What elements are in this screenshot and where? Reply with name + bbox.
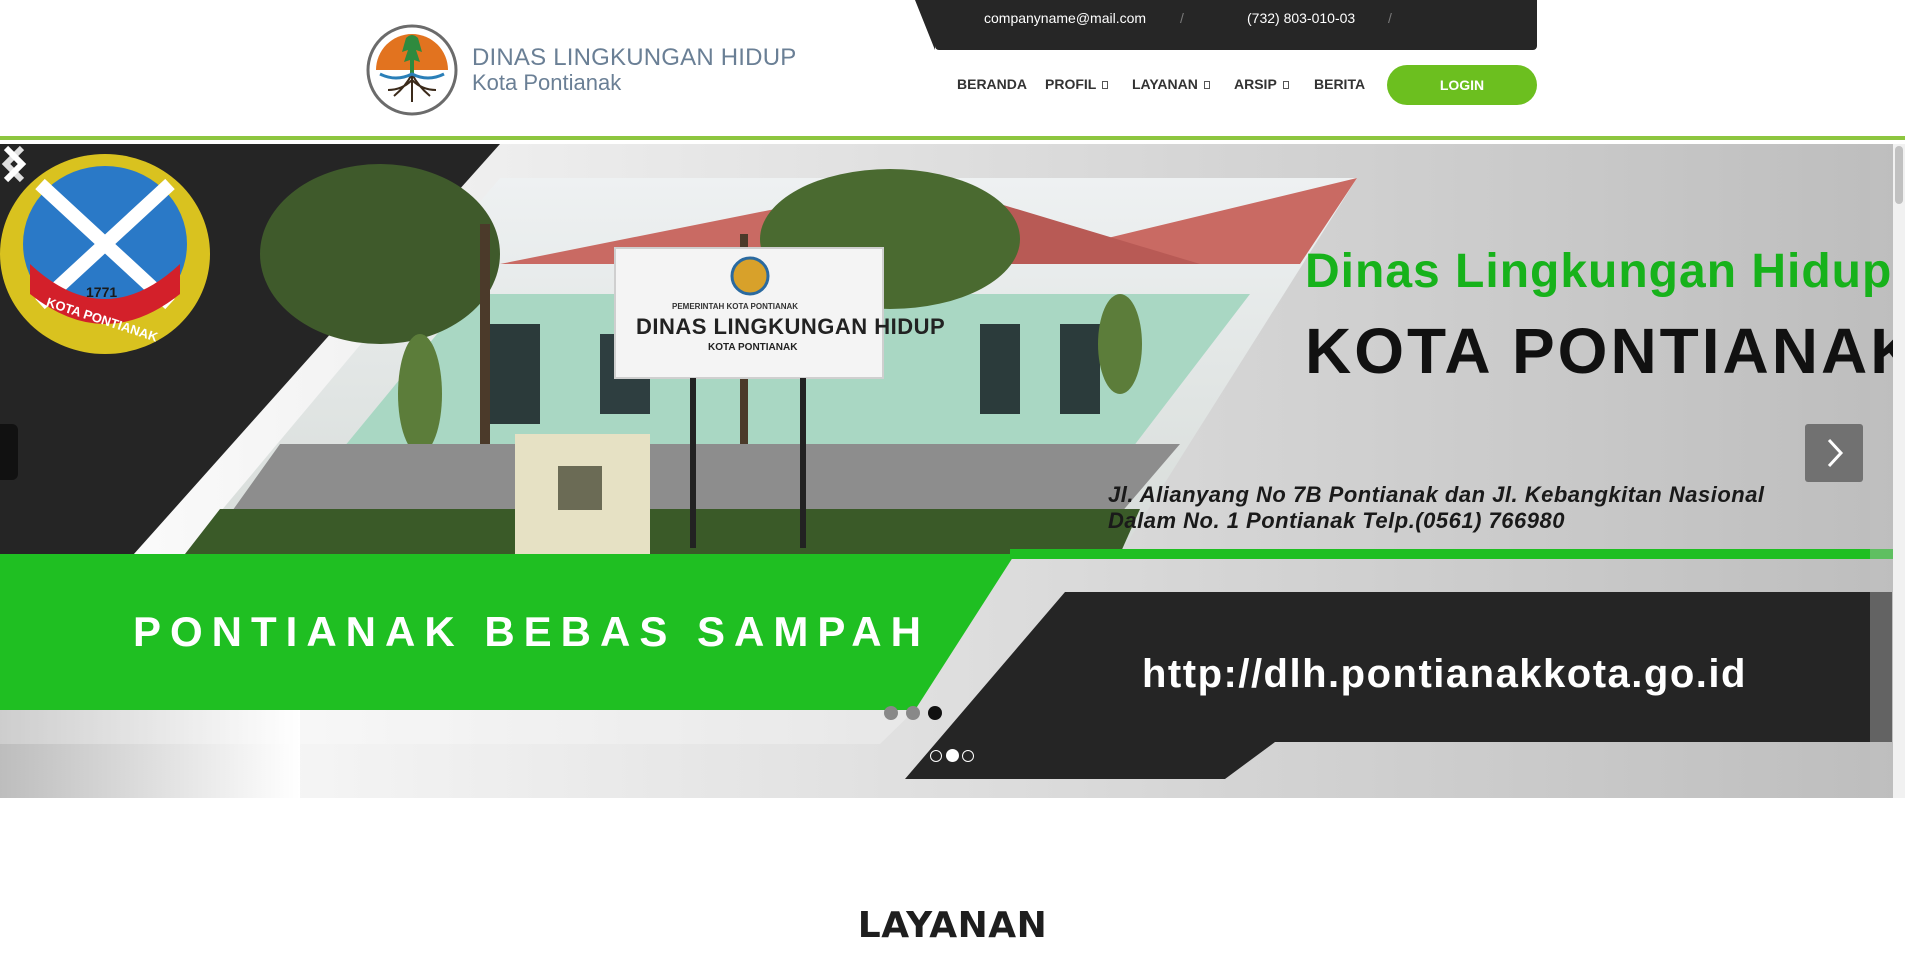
image-dot — [928, 706, 942, 720]
carousel-indicator-3[interactable] — [962, 750, 974, 762]
slide-headline-black: KOTA PONTIANAK — [1305, 315, 1905, 387]
nav-item-arsip[interactable]: ARSIP — [1234, 76, 1289, 92]
dropdown-icon — [1282, 81, 1289, 90]
nav-item-layanan[interactable]: LAYANAN — [1132, 76, 1210, 92]
nav-label: BERITA — [1314, 76, 1366, 92]
topbar-separator: / — [1180, 10, 1184, 26]
sign-line3: KOTA PONTIANAK — [708, 342, 798, 353]
slide-headline-green: Dinas Lingkungan Hidup — [1305, 245, 1893, 298]
nav-item-beranda[interactable]: BERANDA — [957, 76, 1027, 92]
dropdown-icon — [1102, 81, 1109, 90]
contact-topbar: companyname@mail.com / (732) 803-010-03 … — [915, 0, 1537, 50]
emblem-year: 1771 — [86, 284, 118, 300]
image-dot — [906, 706, 920, 720]
topbar-separator: / — [1388, 10, 1392, 26]
nav-label: ARSIP — [1234, 76, 1277, 92]
scrollbar[interactable] — [1893, 144, 1905, 798]
nav-item-profil[interactable]: PROFIL — [1045, 76, 1109, 92]
sign-line2: DINAS LINGKUNGAN HIDUP — [636, 314, 946, 339]
contact-phone[interactable]: (732) 803-010-03 — [1247, 10, 1355, 26]
brand-subtitle[interactable]: Kota Pontianak — [472, 70, 621, 96]
contact-email[interactable]: companyname@mail.com — [984, 10, 1146, 26]
slide-banner-text: PONTIANAK BEBAS SAMPAH — [133, 608, 930, 655]
section-title: LAYANAN — [857, 905, 1048, 946]
slide-address-line2: Dalam No. 1 Pontianak Telp.(0561) 766980 — [1108, 508, 1565, 533]
scrollbar-thumb[interactable] — [1895, 146, 1903, 204]
logo-icon[interactable] — [366, 24, 458, 116]
next-slide-button[interactable] — [1805, 424, 1863, 482]
site-header: DINAS LINGKUNGAN HIDUP Kota Pontianak co… — [0, 0, 1905, 140]
carousel-indicator-2[interactable] — [946, 749, 959, 762]
nav-item-berita[interactable]: BERITA — [1314, 76, 1365, 92]
chevron-right-icon — [1827, 438, 1844, 468]
chevron-right-icon[interactable] — [0, 144, 28, 184]
nav-label: PROFIL — [1045, 76, 1097, 92]
image-dot — [884, 706, 898, 720]
nav-label: LAYANAN — [1132, 76, 1198, 92]
carousel-indicator-1[interactable] — [930, 750, 942, 762]
slide-url-text: http://dlh.pontianakkota.go.id — [1142, 652, 1747, 696]
nav-label: BERANDA — [957, 76, 1027, 92]
dropdown-icon — [1203, 81, 1210, 90]
side-tab[interactable] — [0, 424, 18, 480]
brand-title[interactable]: DINAS LINGKUNGAN HIDUP — [472, 44, 796, 72]
hero-slider: Dinas Lingkungan Hidup KOTA PONTIANAK Jl… — [0, 144, 1905, 798]
slide-image — [0, 144, 1905, 798]
slide-address-line1: Jl. Alianyang No 7B Pontianak dan Jl. Ke… — [1108, 482, 1765, 507]
sign-line1: PEMERINTAH KOTA PONTIANAK — [672, 302, 799, 311]
page: DINAS LINGKUNGAN HIDUP Kota Pontianak co… — [0, 0, 1905, 963]
login-button[interactable]: LOGIN — [1387, 65, 1537, 105]
